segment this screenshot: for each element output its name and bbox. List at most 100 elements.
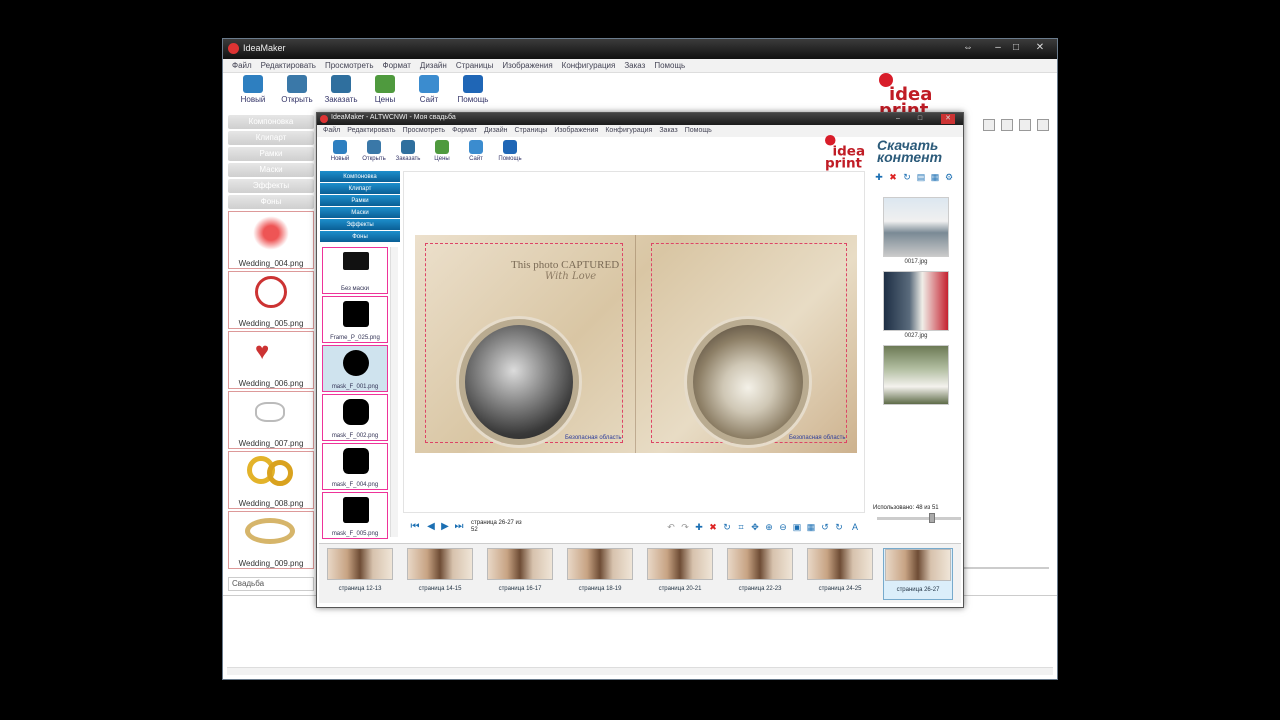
tab-effects[interactable]: Эффекты: [320, 219, 400, 231]
left-photo-frame[interactable]: [459, 319, 579, 445]
first-page-icon[interactable]: ⏮: [409, 521, 421, 533]
tab-frames[interactable]: Рамки: [320, 195, 400, 207]
next-page-icon[interactable]: ▶: [439, 521, 451, 533]
help-button[interactable]: Помощь: [451, 75, 495, 104]
menu-format[interactable]: Формат: [383, 59, 411, 72]
menu-pages[interactable]: Страницы: [456, 59, 494, 72]
filmstrip-page[interactable]: страница 20-21: [645, 548, 715, 600]
minimize-button[interactable]: –: [989, 41, 1007, 55]
menu-view[interactable]: Просмотреть: [403, 125, 445, 137]
menu-order[interactable]: Заказ: [659, 125, 677, 137]
mask-item[interactable]: mask_F_004.png: [322, 443, 388, 490]
delete-icon[interactable]: ✖: [707, 521, 719, 533]
close-button[interactable]: ✕: [941, 114, 955, 124]
menu-order[interactable]: Заказ: [624, 59, 645, 72]
prices-button[interactable]: Цены: [425, 140, 459, 162]
slider-knob[interactable]: [929, 513, 935, 523]
tab-effects[interactable]: Эффекты: [228, 179, 314, 193]
rotate-right-icon[interactable]: ↻: [833, 521, 845, 533]
menu-design[interactable]: Дизайн: [484, 125, 508, 137]
new-button[interactable]: Новый: [231, 75, 275, 104]
help-button[interactable]: Помощь: [493, 140, 527, 162]
mask-item[interactable]: Без маски: [322, 247, 388, 294]
clipart-item[interactable]: Wedding_007.png: [228, 391, 314, 449]
tab-clipart[interactable]: Клипарт: [228, 131, 314, 145]
sort-icon[interactable]: ▦: [929, 171, 941, 183]
thumb-size-slider[interactable]: [877, 513, 961, 523]
mask-item[interactable]: mask_F_005.png: [322, 492, 388, 539]
clipart-item[interactable]: Wedding_009.png: [228, 511, 314, 569]
menu-design[interactable]: Дизайн: [420, 59, 447, 72]
maximize-button[interactable]: □: [1007, 41, 1025, 55]
menu-file[interactable]: Файл: [323, 125, 340, 137]
tool-icon[interactable]: [1001, 119, 1013, 131]
outer-scrollbar[interactable]: [227, 667, 1053, 675]
filmstrip-page[interactable]: страница 22-23: [725, 548, 795, 600]
menu-config[interactable]: Конфигурация: [605, 125, 652, 137]
filmstrip-page[interactable]: страница 14-15: [405, 548, 475, 600]
tab-masks[interactable]: Маски: [228, 163, 314, 177]
maximize-button[interactable]: □: [913, 114, 927, 124]
settings-icon[interactable]: ⚙: [943, 171, 955, 183]
category-select[interactable]: Свадьба: [228, 577, 314, 591]
photo-thumb[interactable]: [883, 271, 949, 331]
last-page-icon[interactable]: ⏭: [453, 521, 465, 533]
menu-help[interactable]: Помощь: [654, 59, 685, 72]
zoom-in-icon[interactable]: ⊕: [763, 521, 775, 533]
tab-layout[interactable]: Компоновка: [320, 171, 400, 183]
filmstrip-page[interactable]: страница 24-25: [805, 548, 875, 600]
album-spread[interactable]: This photo CAPTURED With Love Безопасная…: [415, 235, 857, 453]
mask-item[interactable]: Frame_P_025.png: [322, 296, 388, 343]
tool-icon[interactable]: [1019, 119, 1031, 131]
add-icon[interactable]: ✚: [693, 521, 705, 533]
tab-masks[interactable]: Маски: [320, 207, 400, 219]
site-button[interactable]: Сайт: [407, 75, 451, 104]
tool-icon[interactable]: [1037, 119, 1049, 131]
add-photo-icon[interactable]: ✚: [873, 171, 885, 183]
right-photo-frame[interactable]: [687, 319, 809, 445]
outer-slider[interactable]: [963, 567, 1049, 569]
menu-images[interactable]: Изображения: [502, 59, 552, 72]
restore-icon[interactable]: ⇔: [959, 41, 977, 55]
menu-config[interactable]: Конфигурация: [562, 59, 616, 72]
minimize-button[interactable]: –: [891, 114, 905, 124]
photo-thumb[interactable]: [883, 197, 949, 257]
download-content-link[interactable]: Скачать контент: [877, 138, 942, 164]
redo-icon[interactable]: ↷: [679, 521, 691, 533]
undo-icon[interactable]: ↶: [665, 521, 677, 533]
tab-layout[interactable]: Компоновка: [228, 115, 314, 129]
order-button[interactable]: Заказать: [319, 75, 363, 104]
new-button[interactable]: Новый: [323, 140, 357, 162]
menu-file[interactable]: Файл: [232, 59, 252, 72]
refresh-icon[interactable]: ↻: [901, 171, 913, 183]
delete-photo-icon[interactable]: ✖: [887, 171, 899, 183]
text-icon[interactable]: A: [849, 521, 861, 533]
photo-thumb[interactable]: [883, 345, 949, 405]
open-button[interactable]: Открыть: [357, 140, 391, 162]
clipart-item[interactable]: Wedding_004.png: [228, 211, 314, 269]
tab-backgrounds[interactable]: Фоны: [228, 195, 314, 209]
clipart-item[interactable]: Wedding_008.png: [228, 451, 314, 509]
fit-icon[interactable]: ▣: [791, 521, 803, 533]
clipart-item[interactable]: ♥ Wedding_006.png: [228, 331, 314, 389]
prev-page-icon[interactable]: ◀: [425, 521, 437, 533]
order-button[interactable]: Заказать: [391, 140, 425, 162]
filmstrip-page-selected[interactable]: страница 26-27: [883, 548, 953, 600]
filmstrip-page[interactable]: страница 12-13: [325, 548, 395, 600]
menu-help[interactable]: Помощь: [685, 125, 712, 137]
move-icon[interactable]: ✥: [749, 521, 761, 533]
menu-format[interactable]: Формат: [452, 125, 477, 137]
zoom-out-icon[interactable]: ⊖: [777, 521, 789, 533]
menu-pages[interactable]: Страницы: [514, 125, 547, 137]
filmstrip-page[interactable]: страница 18-19: [565, 548, 635, 600]
menu-edit[interactable]: Редактировать: [347, 125, 395, 137]
clipart-item[interactable]: Wedding_005.png: [228, 271, 314, 329]
tab-clipart[interactable]: Клипарт: [320, 183, 400, 195]
menu-edit[interactable]: Редактировать: [261, 59, 316, 72]
filmstrip-page[interactable]: страница 16-17: [485, 548, 555, 600]
site-button[interactable]: Сайт: [459, 140, 493, 162]
menu-view[interactable]: Просмотреть: [325, 59, 374, 72]
mask-item[interactable]: mask_F_002.png: [322, 394, 388, 441]
rotate-left-icon[interactable]: ↺: [819, 521, 831, 533]
prices-button[interactable]: Цены: [363, 75, 407, 104]
